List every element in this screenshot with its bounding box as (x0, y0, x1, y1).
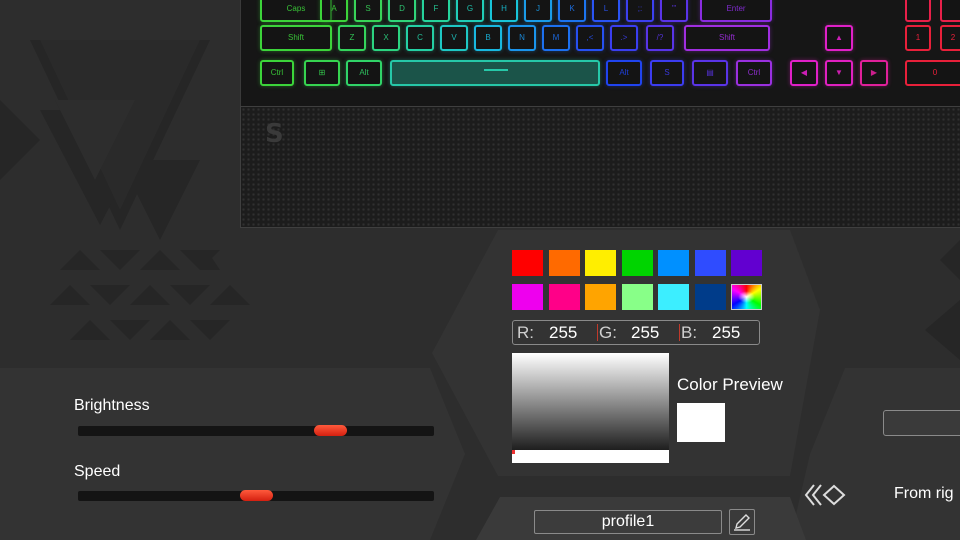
keyboard-key[interactable]: ,< (576, 25, 604, 51)
keyboard-key[interactable]: M (542, 25, 570, 51)
keyboard-key[interactable]: ▼ (825, 60, 853, 86)
color-swatch[interactable] (548, 250, 580, 276)
blue-value-input[interactable]: 255 (712, 323, 740, 343)
brightness-slider-thumb[interactable] (314, 425, 347, 436)
arrows-left-icon[interactable] (804, 482, 846, 508)
keyboard-key[interactable]: G (456, 0, 484, 22)
color-swatch[interactable] (694, 250, 726, 276)
pencil-icon (734, 514, 750, 531)
numpad-key[interactable]: 1 (905, 25, 931, 51)
color-swatch[interactable] (731, 250, 762, 276)
keyboard-key[interactable]: J (524, 0, 552, 22)
color-swatch[interactable] (512, 250, 543, 276)
keyboard-key[interactable]: V (440, 25, 468, 51)
keyboard-key[interactable]: .> (610, 25, 638, 51)
keyboard-key[interactable]: ▤ (692, 60, 728, 86)
brightness-gradient-picker[interactable] (512, 353, 669, 463)
edit-profile-button[interactable] (729, 509, 755, 535)
keyboard-key[interactable] (390, 60, 600, 86)
keyboard-key[interactable]: Ctrl (736, 60, 772, 86)
color-swatch[interactable] (658, 284, 689, 310)
color-swatch[interactable] (548, 284, 580, 310)
green-label: G: (599, 323, 617, 342)
color-swatch[interactable] (585, 250, 616, 276)
color-swatch[interactable] (512, 284, 543, 310)
direction-label: From rig (894, 485, 954, 502)
keyboard-key[interactable]: Alt (346, 60, 382, 86)
profile-name-field[interactable]: profile1 (534, 510, 722, 534)
separator (679, 324, 680, 341)
keyboard-key[interactable]: H (490, 0, 518, 22)
keyboard-key[interactable]: B (474, 25, 502, 51)
keyboard-key[interactable]: ;: (626, 0, 654, 22)
keyboard-key[interactable]: S (650, 60, 684, 86)
numpad-key[interactable] (940, 0, 960, 22)
keyboard-key[interactable]: '" (660, 0, 688, 22)
gradient-picker-marker[interactable] (512, 450, 669, 463)
separator (597, 324, 598, 341)
red-value-input[interactable]: 255 (549, 323, 577, 343)
numpad-key[interactable]: 2 (940, 25, 960, 51)
keyboard-key[interactable]: C (406, 25, 434, 51)
color-preview-label: Color Preview (677, 375, 783, 394)
keyboard-key[interactable]: ▶ (860, 60, 888, 86)
brightness-label: Brightness (74, 397, 150, 414)
speed-slider[interactable] (78, 490, 434, 501)
numpad-key[interactable]: 0 (905, 60, 960, 86)
keyboard-key[interactable]: Alt (606, 60, 642, 86)
keyboard-key[interactable]: Shift (684, 25, 770, 51)
color-swatch[interactable] (585, 284, 616, 310)
rgb-input-group: R: 255 G: 255 B: 255 (512, 320, 760, 345)
brightness-slider[interactable] (78, 425, 434, 436)
keyboard-key[interactable]: D (388, 0, 416, 22)
keyboard-key[interactable]: ▲ (825, 25, 853, 51)
keyboard-palmrest: S (240, 106, 960, 228)
color-swatch[interactable] (694, 284, 726, 310)
keyboard-key[interactable]: Enter (700, 0, 772, 22)
keyboard-key[interactable]: ⊞ (304, 60, 340, 86)
numpad-key[interactable] (905, 0, 931, 22)
keyboard-key[interactable]: L (592, 0, 620, 22)
blue-label: B: (681, 323, 698, 342)
red-label: R: (517, 323, 534, 342)
color-wheel-icon[interactable] (731, 284, 762, 310)
keyboard-key[interactable]: A (320, 0, 348, 22)
color-swatch[interactable] (621, 284, 653, 310)
color-swatch[interactable] (658, 250, 689, 276)
color-preview-swatch (677, 403, 725, 442)
color-swatch[interactable] (621, 250, 653, 276)
keyboard-key[interactable]: S (354, 0, 382, 22)
keyboard-key[interactable]: Shift (260, 25, 332, 51)
keyboard-key[interactable]: X (372, 25, 400, 51)
keyboard-key[interactable]: Ctrl (260, 60, 294, 86)
keyboard-key[interactable]: ◀ (790, 60, 818, 86)
keyboard-key[interactable]: K (558, 0, 586, 22)
green-value-input[interactable]: 255 (631, 323, 659, 343)
keyboard-key[interactable]: Z (338, 25, 366, 51)
speed-slider-thumb[interactable] (240, 490, 273, 501)
brand-logo-icon: S (265, 119, 284, 149)
speed-label: Speed (74, 463, 121, 480)
keyboard-key[interactable]: N (508, 25, 536, 51)
keyboard-key[interactable]: F (422, 0, 450, 22)
keyboard-key[interactable]: /? (646, 25, 674, 51)
effect-select[interactable] (883, 410, 960, 436)
